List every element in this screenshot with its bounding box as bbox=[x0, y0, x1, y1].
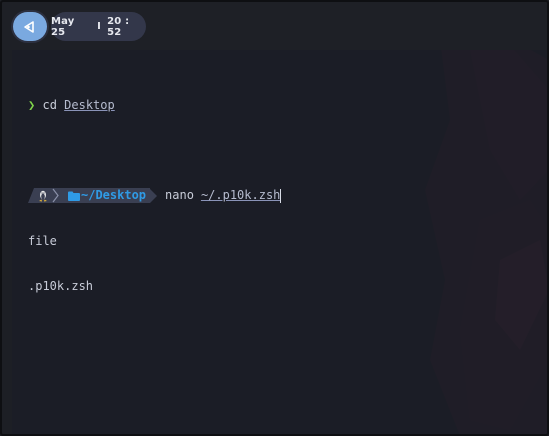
prompt-os-segment bbox=[28, 188, 64, 203]
prompt-chevron: ❯ bbox=[28, 98, 36, 112]
prompt-segment-end bbox=[150, 188, 158, 203]
output-line: file bbox=[28, 234, 57, 248]
prompt-path-dir: Desktop bbox=[95, 188, 147, 202]
desktop-screen: May 25 I 20 : 52 ❯ cd Desktop ~/ Desktop… bbox=[0, 0, 549, 436]
date-label: May 25 bbox=[51, 15, 75, 38]
terminal-window[interactable]: ❯ cd Desktop ~/ Desktop nano ~/.p10k.zsh… bbox=[12, 50, 549, 436]
launcher-icon bbox=[24, 20, 34, 33]
top-bar: May 25 I 20 : 52 bbox=[0, 0, 549, 50]
clock-widget[interactable]: May 25 I 20 : 52 bbox=[51, 12, 146, 41]
prompt-path-prefix: ~/ bbox=[81, 188, 96, 202]
previous-command: cd bbox=[42, 98, 57, 112]
segment-divider-icon bbox=[52, 188, 59, 203]
current-command-argument: ~/.p10k.zsh bbox=[200, 188, 281, 202]
clock-separator: I bbox=[97, 21, 102, 32]
linux-icon bbox=[39, 190, 47, 201]
folder-icon bbox=[68, 191, 80, 201]
prompt-dir-segment: ~/Desktop bbox=[64, 188, 151, 203]
previous-command-line: ❯ cd Desktop bbox=[28, 98, 281, 113]
terminal-content: ❯ cd Desktop ~/ Desktop nano ~/.p10k.zsh… bbox=[28, 68, 282, 324]
current-command: nano bbox=[165, 188, 194, 202]
prompt-line: ~/Desktop nano ~/.p10k.zsh bbox=[28, 187, 282, 204]
launcher-button[interactable] bbox=[13, 12, 47, 41]
text-cursor bbox=[280, 188, 282, 203]
output-line: .p10k.zsh bbox=[28, 279, 94, 293]
previous-command-argument: Desktop bbox=[64, 98, 115, 112]
time-label: 20 : 52 bbox=[107, 15, 130, 38]
